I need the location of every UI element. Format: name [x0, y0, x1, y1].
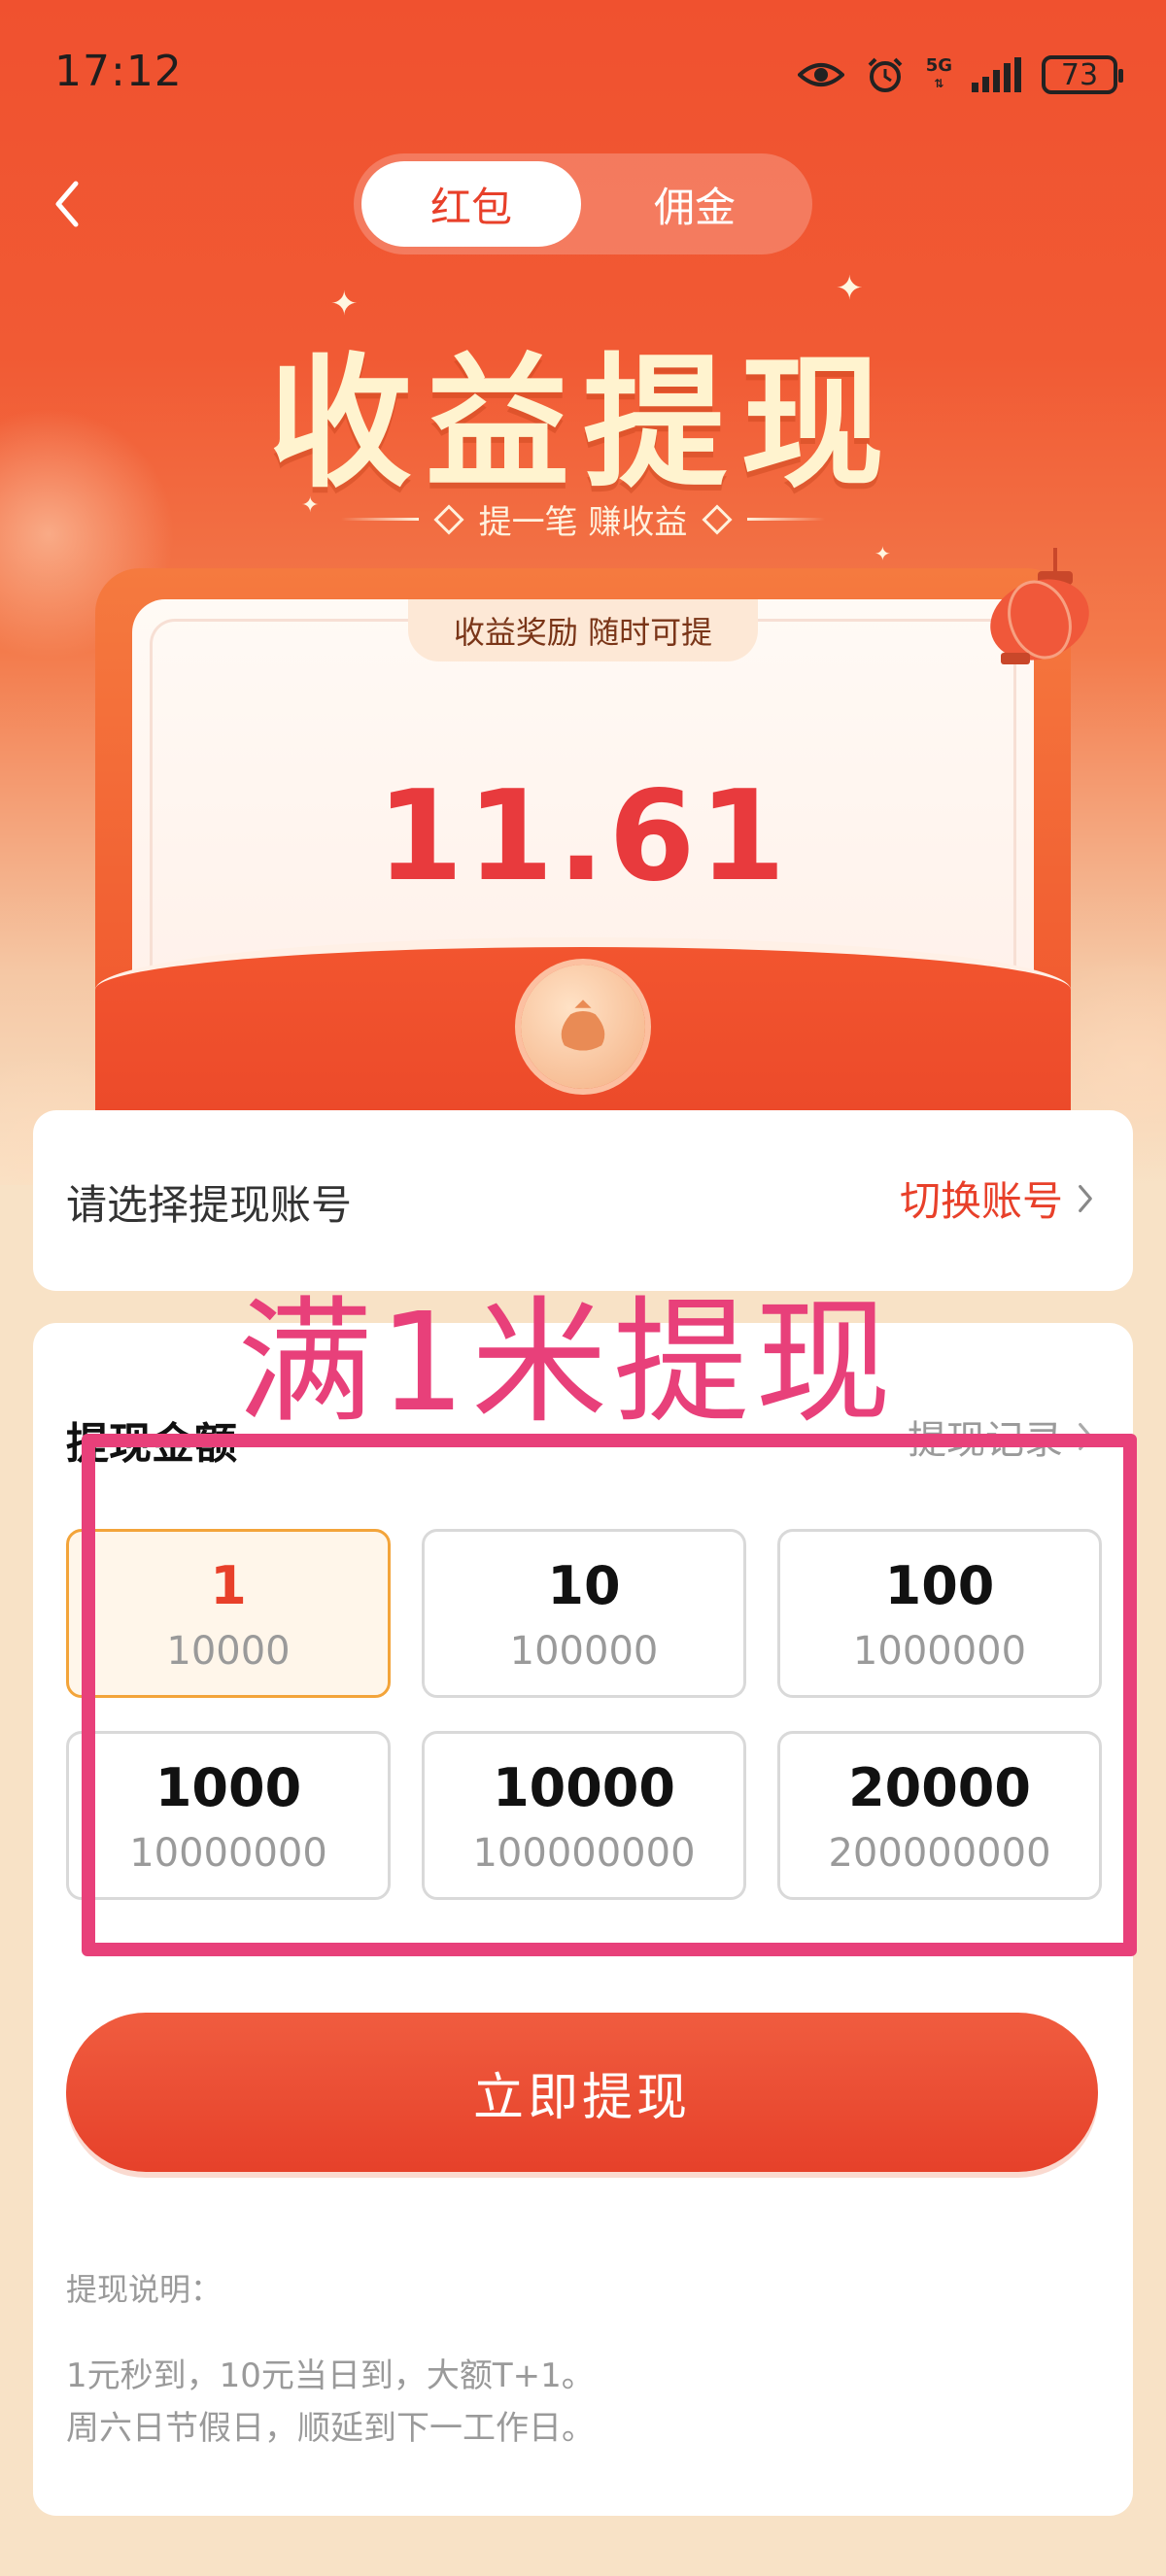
status-time: 17:12: [54, 47, 183, 96]
page-title: 收益提现: [268, 340, 898, 507]
sparkle-icon: ✦: [836, 269, 864, 308]
annotation-text: 满1米提现: [237, 1284, 898, 1442]
battery-icon: 73: [1042, 55, 1123, 94]
sparkle-icon: ✦: [874, 542, 891, 565]
switch-account-button[interactable]: 切换账号: [900, 1169, 1094, 1228]
network-label: 5G: [925, 55, 952, 76]
lantern-icon: [990, 548, 1089, 664]
balance-amount: 11.61: [376, 764, 790, 909]
battery-level: 73: [1060, 57, 1099, 92]
withdraw-now-button[interactable]: 立即提现: [66, 2013, 1098, 2172]
page-subtitle-row: 提一笔 赚收益: [0, 495, 1166, 543]
notes-line: 1元秒到，10元当日到，大额T+1。: [66, 2356, 595, 2395]
status-icons: 5G ⇅ 73: [797, 51, 1123, 99]
envelope-seal: [521, 965, 645, 1089]
signal-icon: [972, 57, 1021, 92]
money-bag-icon: [561, 1000, 605, 1051]
page-subtitle: 提一笔 赚收益: [478, 503, 688, 542]
balance-envelope: 收益奖励 随时可提 11.61: [95, 568, 1071, 1112]
chevron-right-icon: [1079, 1184, 1092, 1212]
envelope-banner: 收益奖励 随时可提: [408, 599, 758, 661]
divider: [340, 518, 419, 521]
annotation-highlight-box: [82, 1434, 1137, 1956]
diamond-icon: [702, 503, 733, 535]
notes-title: 提现说明：: [66, 2271, 223, 2308]
diamond-icon: [433, 503, 464, 535]
network-indicator: 5G ⇅: [926, 57, 952, 92]
notes-line: 周六日节假日，顺延到下一工作日。: [66, 2409, 595, 2448]
switch-account-label: 切换账号: [899, 1177, 1063, 1225]
account-label: 请选择提现账号: [66, 1181, 353, 1229]
tab-commission[interactable]: 佣金: [585, 161, 805, 247]
tab-switcher: 红包 佣金: [354, 153, 812, 254]
eye-icon: [797, 63, 844, 86]
status-bar: 17:12 5G ⇅ 73: [0, 0, 1166, 146]
back-button[interactable]: [43, 175, 91, 233]
network-arrows-icon: ⇅: [934, 77, 944, 90]
divider: [747, 518, 826, 521]
chevron-left-icon: [55, 181, 79, 227]
alarm-icon: [868, 57, 903, 92]
tab-red-packet[interactable]: 红包: [361, 161, 581, 247]
